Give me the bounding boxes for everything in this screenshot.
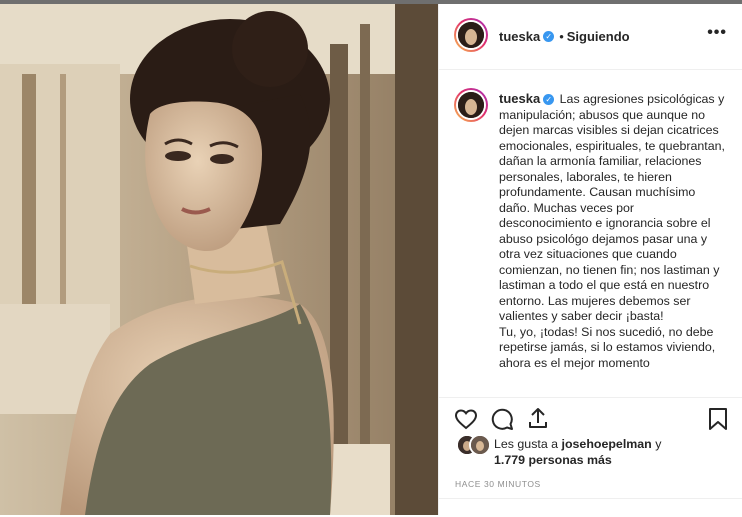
more-options-icon[interactable]: ••• — [707, 24, 727, 42]
username-link[interactable]: tueska — [499, 29, 540, 44]
post-header: tueska ✓ • Siguiendo ••• — [439, 4, 742, 70]
liker-username-link[interactable]: josehoepelman — [562, 437, 652, 451]
separator-dot: • — [559, 29, 564, 44]
post-photo-image — [0, 4, 438, 515]
share-icon[interactable] — [526, 406, 550, 430]
bookmark-icon[interactable] — [707, 407, 729, 431]
post-side-panel: tueska ✓ • Siguiendo ••• tueska ✓ Las agresi… — [438, 4, 742, 515]
post-actions: Les gusta a josehoepelman y 1.779 person… — [439, 397, 742, 516]
likes-conjunction: y — [655, 437, 662, 451]
comments-area[interactable]: tueska ✓ Las agresiones psicológicas y ma… — [439, 70, 742, 396]
caption-verified-badge-icon: ✓ — [543, 94, 555, 106]
caption-text: Las agresiones psicológicas y manipulaci… — [499, 92, 725, 323]
caption-text-continued: Tu, yo, ¡todas! Si nos sucedió, no debe … — [499, 324, 716, 370]
following-button[interactable]: Siguiendo — [567, 29, 630, 44]
likes-text: Les gusta a josehoepelman y 1.779 person… — [494, 436, 734, 468]
liker-avatar-2[interactable] — [469, 434, 491, 456]
avatar[interactable] — [454, 18, 488, 52]
comment-icon[interactable] — [490, 407, 514, 431]
caption-username-link[interactable]: tueska — [499, 91, 540, 106]
caption-avatar[interactable] — [454, 88, 488, 122]
post-caption: tueska ✓ Las agresiones psicológicas y ma… — [499, 91, 729, 371]
post-photo[interactable] — [0, 4, 438, 515]
heart-icon[interactable] — [454, 407, 478, 431]
verified-badge-icon: ✓ — [543, 31, 555, 43]
likes-count-link[interactable]: 1.779 personas más — [494, 453, 612, 467]
header-user-line: tueska ✓ • Siguiendo — [499, 28, 630, 46]
add-comment-bar[interactable] — [439, 498, 742, 517]
post-timestamp[interactable]: HACE 30 MINUTOS — [455, 479, 541, 489]
likes-prefix: Les gusta a — [494, 437, 559, 451]
